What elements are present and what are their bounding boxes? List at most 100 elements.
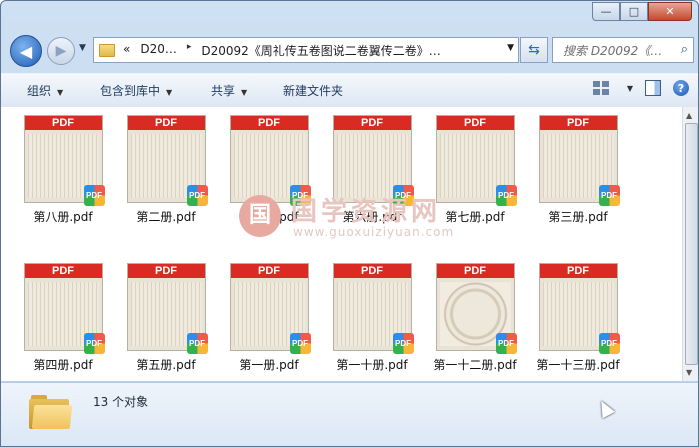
pdf-thumbnail: PDF PDF bbox=[230, 264, 311, 354]
file-item[interactable]: PDF PDF 第一册.pdf bbox=[219, 264, 319, 373]
refresh-button[interactable]: ⇆ bbox=[520, 37, 548, 63]
folder-icon bbox=[99, 43, 115, 57]
file-item[interactable]: PDF PDF 第七册.pdf bbox=[425, 116, 525, 225]
toolbar-icons: ▼ ? bbox=[592, 80, 689, 96]
pdf-app-icon: PDF bbox=[392, 185, 414, 206]
breadcrumb-item-parent[interactable]: D20… bbox=[140, 42, 177, 59]
folder-icon bbox=[29, 393, 73, 429]
share-menu[interactable]: 共享 ▼ bbox=[211, 82, 247, 99]
search-input[interactable]: 搜索 D20092《… bbox=[563, 42, 669, 59]
file-item[interactable]: PDF PDF 第一十二册.pdf bbox=[425, 264, 525, 373]
refresh-icon: ⇆ bbox=[528, 42, 540, 58]
forward-button[interactable]: ▶ bbox=[47, 37, 75, 65]
pdf-band: PDF bbox=[539, 116, 617, 130]
file-name: 第八册.pdf bbox=[33, 210, 93, 224]
scroll-up-icon[interactable]: ▲ bbox=[686, 111, 692, 120]
pdf-thumbnail: PDF PDF bbox=[333, 264, 414, 354]
file-item[interactable]: PDF PDF 第四册.pdf bbox=[13, 264, 113, 373]
file-name: 第一十三册.pdf bbox=[536, 358, 620, 372]
caption-buttons: — □ ✕ bbox=[592, 2, 692, 21]
file-item[interactable]: PDF PDF 第二册.pdf bbox=[116, 116, 216, 225]
preview-pane-icon[interactable] bbox=[645, 80, 661, 96]
pdf-band: PDF bbox=[230, 116, 308, 130]
file-name: 第五册.pdf bbox=[136, 358, 196, 372]
help-icon[interactable]: ? bbox=[673, 80, 689, 96]
watermark-url: www.guoxuiziyuan.com bbox=[293, 225, 455, 239]
pdf-app-icon: PDF bbox=[186, 333, 208, 354]
address-dropdown-icon[interactable]: ▼ bbox=[507, 43, 514, 53]
item-count: 13 个对象 bbox=[93, 395, 149, 409]
navigation-bar: ◀ ▶ ▼ « D20… ▸ D20092《周礼传五卷图说二卷翼传二卷》… ▼ … bbox=[1, 33, 698, 69]
close-button[interactable]: ✕ bbox=[648, 2, 692, 21]
minimize-button[interactable]: — bbox=[592, 2, 620, 21]
breadcrumb: « D20… ▸ D20092《周礼传五卷图说二卷翼传二卷》… bbox=[123, 42, 441, 59]
pdf-band: PDF bbox=[230, 264, 308, 278]
file-item[interactable]: PDF PDF 第九册.pdf bbox=[219, 116, 319, 225]
explorer-window: — □ ✕ ◀ ▶ ▼ « D20… ▸ D20092《周礼传五卷图说二卷翼传二… bbox=[0, 0, 699, 447]
pdf-thumbnail: PDF PDF bbox=[333, 116, 414, 206]
file-name: 第七册.pdf bbox=[445, 210, 505, 224]
pdf-app-icon: PDF bbox=[83, 333, 105, 354]
breadcrumb-item-current[interactable]: D20092《周礼传五卷图说二卷翼传二卷》… bbox=[201, 42, 440, 59]
pdf-thumbnail: PDF PDF bbox=[436, 116, 517, 206]
file-item[interactable]: PDF PDF 第六册.pdf bbox=[322, 116, 422, 225]
file-item[interactable]: PDF PDF 第五册.pdf bbox=[116, 264, 216, 373]
back-button[interactable]: ◀ bbox=[10, 35, 42, 67]
file-name: 第三册.pdf bbox=[548, 210, 608, 224]
arrow-left-icon: ◀ bbox=[19, 41, 33, 61]
recent-pages-dropdown[interactable]: ▼ bbox=[79, 43, 86, 53]
view-dropdown-icon[interactable]: ▼ bbox=[627, 84, 633, 93]
pdf-band: PDF bbox=[24, 116, 102, 130]
scroll-thumb[interactable] bbox=[685, 123, 698, 365]
breadcrumb-separator-icon[interactable]: ▸ bbox=[187, 42, 192, 59]
pdf-thumbnail: PDF PDF bbox=[230, 116, 311, 206]
file-item[interactable]: PDF PDF 第一十三册.pdf bbox=[528, 264, 628, 373]
pdf-thumbnail: PDF PDF bbox=[24, 116, 105, 206]
organize-menu[interactable]: 组织 ▼ bbox=[27, 82, 63, 99]
file-name: 第四册.pdf bbox=[33, 358, 93, 372]
file-name: 第六册.pdf bbox=[342, 210, 402, 224]
pdf-app-icon: PDF bbox=[392, 333, 414, 354]
include-in-library-menu[interactable]: 包含到库中 ▼ bbox=[100, 82, 172, 99]
scroll-down-icon[interactable]: ▼ bbox=[686, 368, 692, 377]
new-folder-button[interactable]: 新建文件夹 bbox=[283, 82, 343, 99]
file-name: 第一十二册.pdf bbox=[433, 358, 517, 372]
pdf-app-icon: PDF bbox=[598, 333, 620, 354]
file-name: 第九册.pdf bbox=[239, 210, 299, 224]
pdf-band: PDF bbox=[333, 116, 411, 130]
pdf-app-icon: PDF bbox=[83, 185, 105, 206]
change-view-icon[interactable] bbox=[592, 81, 609, 95]
command-bar: 组织 ▼ 包含到库中 ▼ 共享 ▼ 新建文件夹 ▼ ? bbox=[1, 73, 698, 108]
pdf-band: PDF bbox=[333, 264, 411, 278]
pdf-thumbnail: PDF PDF bbox=[24, 264, 105, 354]
organize-label: 组织 bbox=[27, 84, 52, 98]
pdf-band: PDF bbox=[127, 264, 205, 278]
file-item[interactable]: PDF PDF 第一十册.pdf bbox=[322, 264, 422, 373]
share-label: 共享 bbox=[211, 84, 236, 98]
breadcrumb-overflow[interactable]: « bbox=[123, 42, 130, 59]
file-name: 第一十册.pdf bbox=[336, 358, 408, 372]
pdf-band: PDF bbox=[24, 264, 102, 278]
pdf-band: PDF bbox=[436, 116, 514, 130]
pdf-thumbnail: PDF PDF bbox=[539, 264, 620, 354]
arrow-right-icon: ▶ bbox=[55, 43, 67, 59]
address-bar[interactable]: « D20… ▸ D20092《周礼传五卷图说二卷翼传二卷》… ▼ bbox=[93, 37, 519, 63]
pdf-app-icon: PDF bbox=[289, 185, 311, 206]
vertical-scrollbar[interactable]: ▲ ▼ bbox=[682, 107, 698, 381]
pdf-app-icon: PDF bbox=[598, 185, 620, 206]
file-name: 第一册.pdf bbox=[239, 358, 299, 372]
include-in-library-label: 包含到库中 bbox=[100, 84, 161, 98]
file-item[interactable]: PDF PDF 第三册.pdf bbox=[528, 116, 628, 225]
file-item[interactable]: PDF PDF 第八册.pdf bbox=[13, 116, 113, 225]
pdf-app-icon: PDF bbox=[495, 333, 517, 354]
details-pane: 13 个对象 bbox=[1, 382, 698, 446]
chevron-down-icon: ▼ bbox=[57, 88, 64, 97]
maximize-button[interactable]: □ bbox=[620, 2, 648, 21]
pdf-thumbnail: PDF PDF bbox=[436, 264, 517, 354]
pdf-thumbnail: PDF PDF bbox=[127, 116, 208, 206]
search-icon[interactable]: ⌕ bbox=[681, 42, 688, 57]
pdf-app-icon: PDF bbox=[186, 185, 208, 206]
search-box[interactable]: 搜索 D20092《… ⌕ bbox=[552, 37, 694, 63]
pdf-band: PDF bbox=[127, 116, 205, 130]
pdf-app-icon: PDF bbox=[289, 333, 311, 354]
